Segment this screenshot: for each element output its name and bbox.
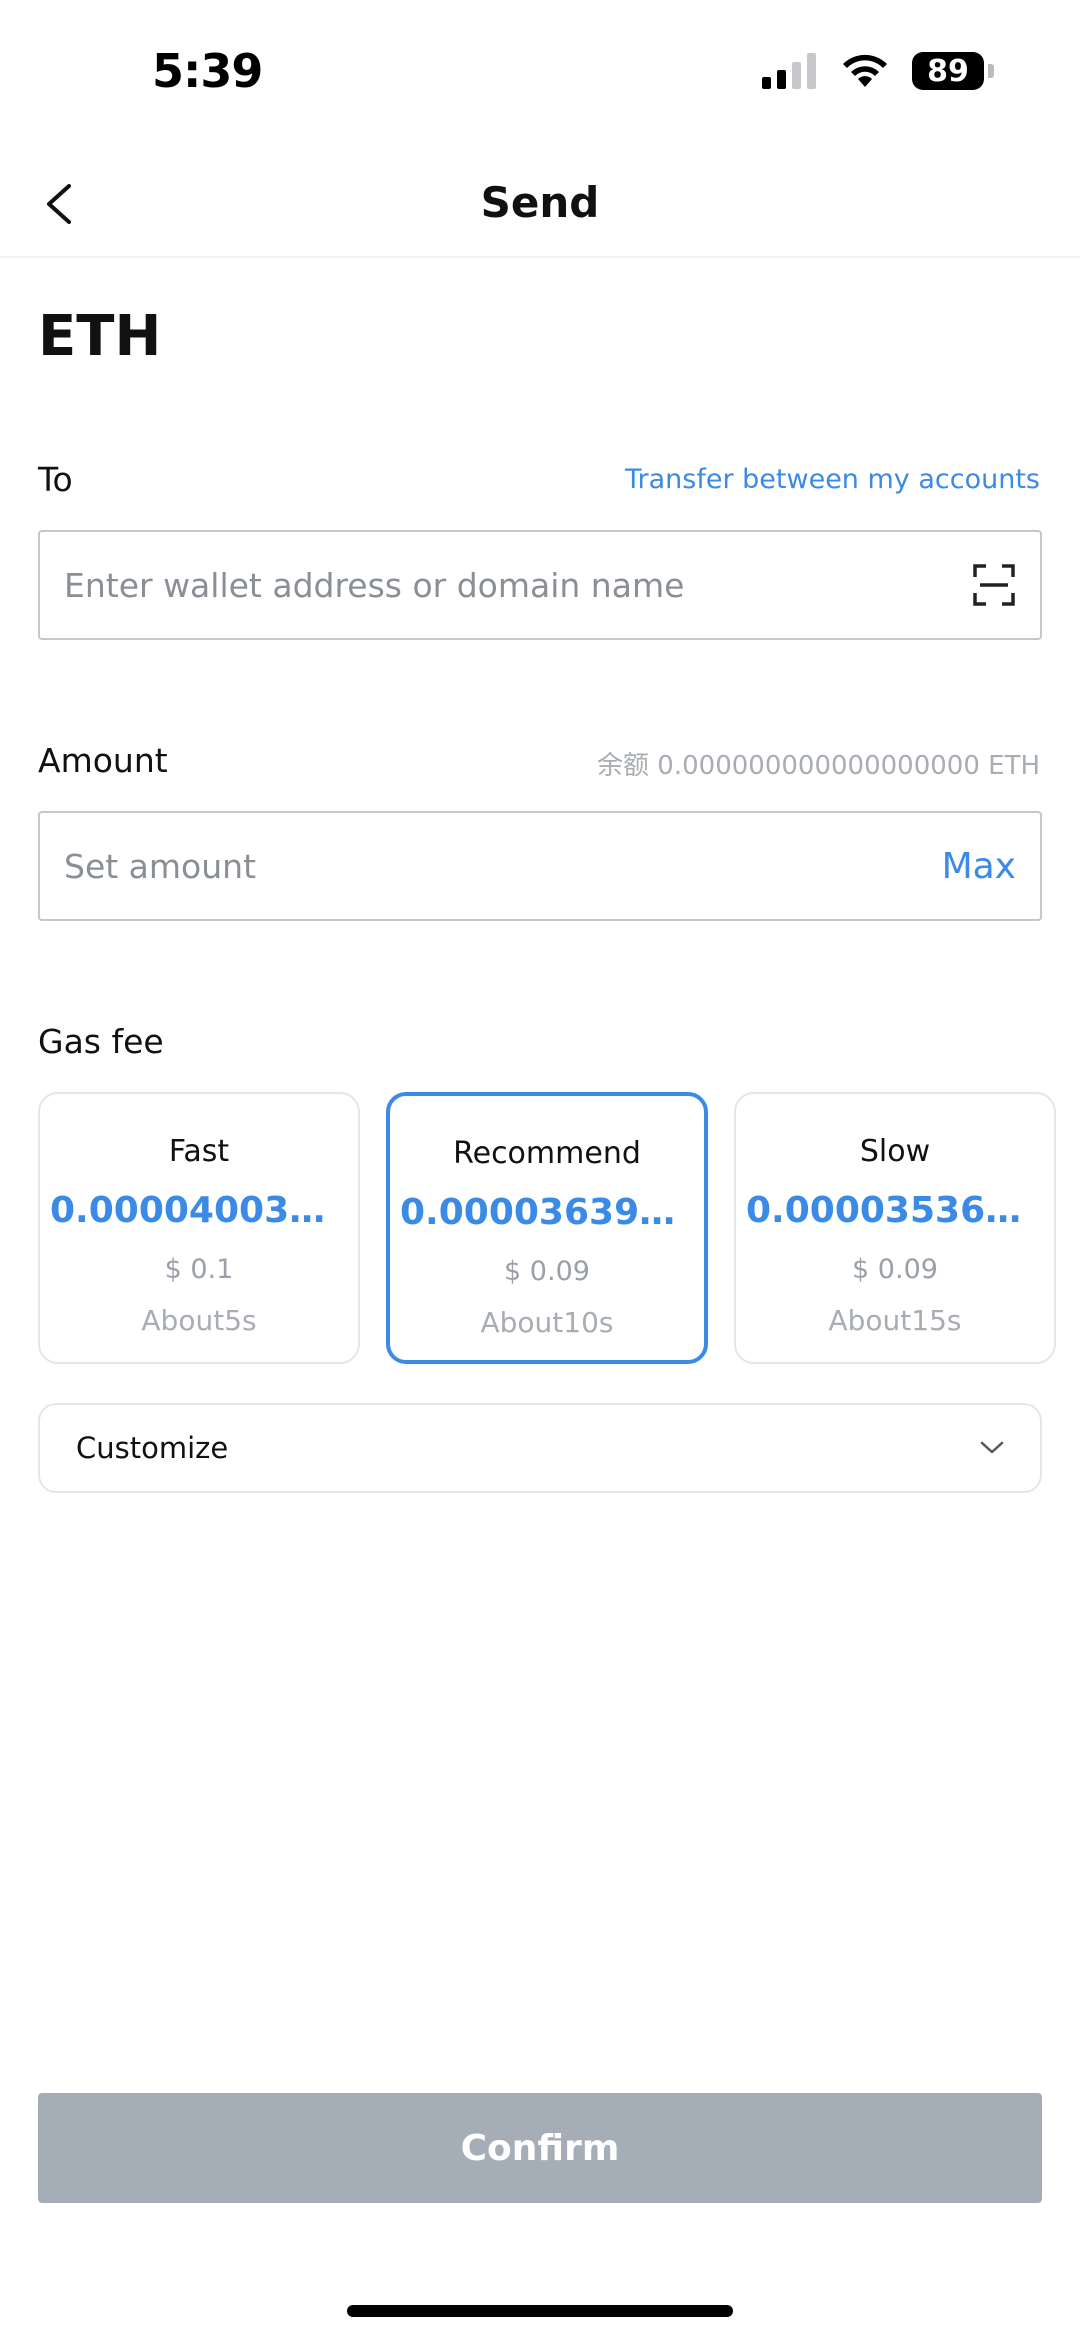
status-time: 5:39 bbox=[152, 44, 263, 98]
scan-qr-icon[interactable] bbox=[972, 563, 1016, 607]
max-button[interactable]: Max bbox=[942, 846, 1016, 887]
amount-input[interactable] bbox=[64, 846, 942, 886]
send-screen: 5:39 89 Send ETH To Transfer between my … bbox=[0, 0, 1080, 2340]
gas-option-usd: $ 0.09 bbox=[504, 1256, 590, 1287]
battery-level: 89 bbox=[927, 53, 969, 89]
amount-field: Max bbox=[38, 811, 1042, 921]
gas-option-time: About15s bbox=[828, 1304, 962, 1337]
gas-option-time: About10s bbox=[480, 1306, 614, 1339]
page-title: Send bbox=[480, 178, 600, 227]
amount-label: Amount bbox=[38, 741, 168, 780]
gas-fee-label: Gas fee bbox=[38, 1022, 164, 1061]
nav-bar: Send bbox=[0, 150, 1080, 258]
transfer-between-accounts-link[interactable]: Transfer between my accounts bbox=[625, 464, 1040, 495]
gas-option-value: 0.0000353670... bbox=[746, 1190, 1044, 1231]
battery-icon: 89 bbox=[912, 52, 994, 90]
gas-option-name: Recommend bbox=[453, 1136, 641, 1171]
to-label: To bbox=[38, 460, 73, 499]
gas-option-recommend[interactable]: Recommend 0.0000363960... $ 0.09 About10… bbox=[386, 1092, 708, 1364]
coin-symbol: ETH bbox=[38, 304, 162, 369]
gas-option-usd: $ 0.09 bbox=[852, 1254, 938, 1285]
gas-option-name: Slow bbox=[859, 1134, 931, 1169]
customize-dropdown[interactable]: Customize bbox=[38, 1403, 1042, 1493]
balance-text: 余额 0.000000000000000000 ETH bbox=[597, 751, 1040, 781]
gas-option-usd: $ 0.1 bbox=[164, 1254, 234, 1285]
confirm-button[interactable]: Confirm bbox=[38, 2093, 1042, 2203]
home-indicator[interactable] bbox=[347, 2305, 733, 2317]
gas-option-name: Fast bbox=[168, 1134, 230, 1169]
address-field bbox=[38, 530, 1042, 640]
battery-tip bbox=[988, 64, 994, 78]
status-indicators: 89 bbox=[762, 52, 994, 90]
cellular-signal-icon bbox=[762, 53, 816, 89]
wifi-icon bbox=[843, 54, 887, 87]
gas-options: Fast 0.0000400356... $ 0.1 About5s Recom… bbox=[38, 1092, 1058, 1364]
gas-option-value: 0.0000400356... bbox=[50, 1190, 348, 1231]
chevron-down-icon bbox=[980, 1441, 1004, 1454]
gas-option-value: 0.0000363960... bbox=[400, 1192, 694, 1233]
gas-option-fast[interactable]: Fast 0.0000400356... $ 0.1 About5s bbox=[38, 1092, 360, 1364]
gas-option-slow[interactable]: Slow 0.0000353670... $ 0.09 About15s bbox=[734, 1092, 1056, 1364]
address-input[interactable] bbox=[64, 565, 972, 605]
customize-label: Customize bbox=[76, 1431, 229, 1465]
gas-option-time: About5s bbox=[141, 1304, 257, 1337]
